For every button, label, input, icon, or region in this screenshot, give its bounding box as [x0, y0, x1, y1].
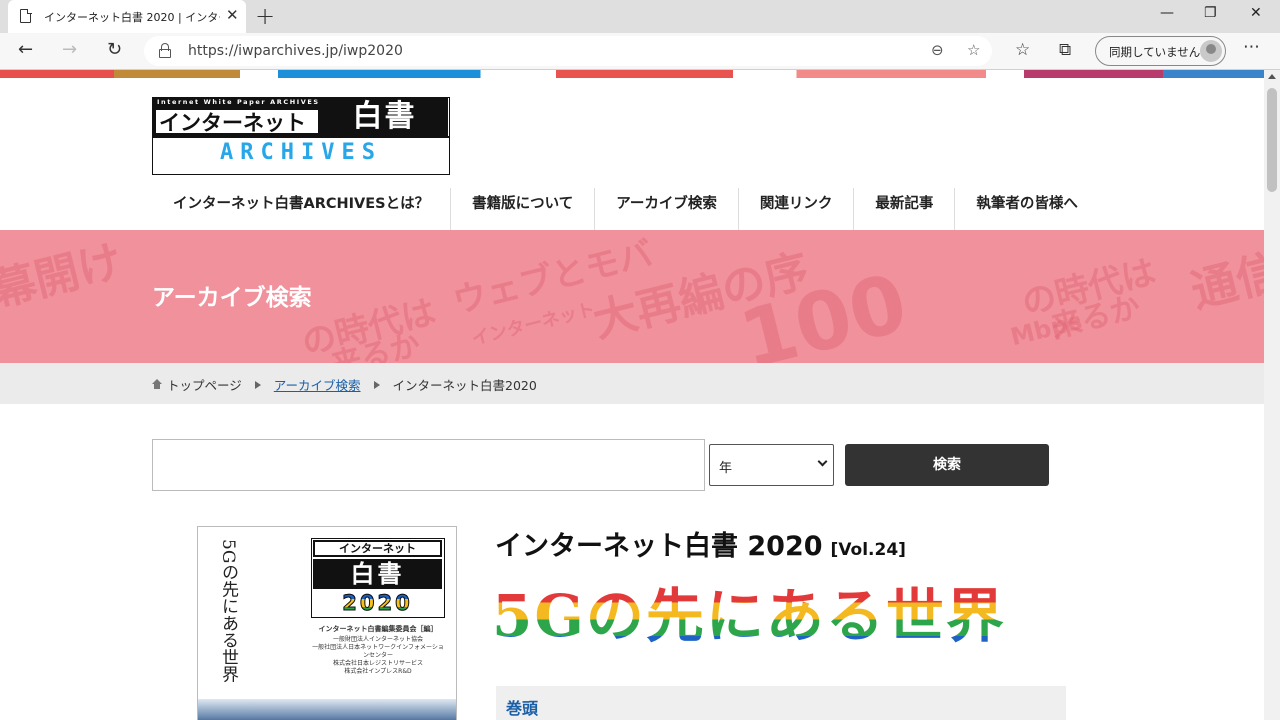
- site-logo[interactable]: Internet White Paper ARCHIVES インターネット 白書…: [152, 97, 450, 175]
- section-label: 巻頭: [506, 699, 539, 718]
- scroll-up-icon[interactable]: [1268, 74, 1276, 79]
- new-tab-button[interactable]: +: [255, 2, 275, 30]
- cover-photo: [198, 699, 456, 720]
- cover-logo-top: インターネット: [313, 540, 442, 557]
- cover-publisher: 株式会社インプレスR&D: [344, 668, 412, 675]
- nav-item-about[interactable]: インターネット白書ARCHIVESとは？: [152, 188, 452, 230]
- avatar: [1200, 40, 1222, 62]
- year-select[interactable]: 年: [709, 444, 834, 486]
- cover-logo: インターネット 白書 2020: [311, 538, 445, 618]
- restore-icon[interactable]: ❐: [1204, 5, 1217, 21]
- favorites-icon[interactable]: ☆: [1015, 40, 1030, 60]
- logo-subtitle: Internet White Paper ARCHIVES: [153, 98, 321, 107]
- breadcrumb: トップページ アーカイブ検索 インターネット白書2020: [0, 363, 1264, 404]
- address-bar[interactable]: https://iwparchives.jp/iwp2020 ⊖ ☆: [144, 36, 992, 66]
- book-volume: [Vol.24]: [830, 540, 906, 560]
- breadcrumb-current: インターネット白書2020: [392, 378, 537, 393]
- section-header-kanto[interactable]: 巻頭: [496, 686, 1066, 720]
- zoom-icon[interactable]: ⊖: [931, 41, 944, 59]
- book-tagline: 5Gの先にある世界: [492, 569, 1006, 653]
- breadcrumb-archive-search[interactable]: アーカイブ検索: [274, 375, 361, 394]
- profile-sync-button[interactable]: 同期していません: [1095, 36, 1226, 66]
- year-select-value: 年: [719, 461, 733, 476]
- nav-item-latest[interactable]: 最新記事: [854, 188, 956, 230]
- favorite-add-icon[interactable]: ☆: [967, 41, 980, 59]
- tab-strip: インターネット白書 2020 | インターネット ✕ + — ❐ ✕: [0, 0, 1280, 33]
- browser-toolbar: ← → ↻ https://iwparchives.jp/iwp2020 ⊖ ☆…: [0, 33, 1280, 70]
- page-icon: [20, 8, 32, 23]
- search-input[interactable]: [152, 439, 705, 491]
- page-title: アーカイブ検索: [152, 285, 312, 311]
- book-title-text: インターネット白書 2020: [495, 531, 823, 562]
- back-icon[interactable]: ←: [18, 39, 33, 60]
- cover-credits: インターネット白書編集委員会［編］ 一般財団法人インターネット協会 一般社団法人…: [311, 625, 445, 676]
- tab-close-icon[interactable]: ✕: [226, 6, 239, 24]
- global-nav: インターネット白書ARCHIVESとは？ 書籍版について アーカイブ検索 関連リ…: [152, 188, 1099, 230]
- scrollbar[interactable]: [1264, 70, 1280, 720]
- nav-item-archive-search[interactable]: アーカイブ検索: [595, 188, 739, 230]
- nav-item-links[interactable]: 関連リンク: [739, 188, 855, 230]
- home-icon: [152, 378, 162, 389]
- cover-publisher: 一般財団法人インターネット協会: [332, 636, 423, 643]
- logo-archives: ARCHIVES: [220, 140, 382, 165]
- window-close-icon[interactable]: ✕: [1250, 5, 1262, 21]
- cover-logo-kanji: 白書: [313, 559, 442, 589]
- book-title: インターネット白書 2020 [Vol.24]: [495, 524, 906, 563]
- chevron-down-icon: [817, 456, 828, 467]
- logo-kanji: 白書: [321, 98, 448, 136]
- nav-item-books[interactable]: 書籍版について: [451, 188, 596, 230]
- forward-icon[interactable]: →: [62, 39, 77, 60]
- breadcrumb-home[interactable]: トップページ: [167, 375, 242, 394]
- hero-deco-text: 通信: [1185, 243, 1264, 319]
- nav-item-authors[interactable]: 執筆者の皆様へ: [955, 188, 1099, 230]
- cover-vertical-title: 5Gの先にある世界: [218, 539, 238, 683]
- hero-banner: 幕開け ウェブとモバ 大再編の序 の時代は 来るか 100 Mbps 通信 イン…: [0, 230, 1264, 363]
- header-decoration: [0, 70, 1264, 78]
- search-button[interactable]: 検索: [845, 444, 1049, 486]
- cover-logo-year: 2020: [313, 591, 442, 616]
- breadcrumb-arrow-icon: [254, 380, 261, 389]
- scrollbar-thumb[interactable]: [1267, 88, 1277, 192]
- book-cover[interactable]: 5Gの先にある世界 インターネット 白書 2020 インターネット白書編集委員会…: [197, 526, 457, 720]
- hero-deco-text: 幕開け: [0, 235, 128, 318]
- breadcrumb-arrow-icon: [373, 380, 380, 389]
- collections-icon[interactable]: ⧉: [1059, 40, 1071, 60]
- sync-label: 同期していません: [1109, 45, 1201, 59]
- browser-tab[interactable]: インターネット白書 2020 | インターネット ✕: [8, 0, 246, 33]
- logo-main-text: インターネット: [159, 111, 306, 135]
- tab-title: インターネット白書 2020 | インターネット: [44, 11, 220, 24]
- cover-publisher: 株式会社日本レジストリサービス: [332, 660, 423, 667]
- url-text[interactable]: https://iwparchives.jp/iwp2020: [188, 43, 403, 59]
- refresh-icon[interactable]: ↻: [107, 39, 122, 60]
- minimize-icon[interactable]: —: [1160, 5, 1174, 21]
- page-viewport: Internet White Paper ARCHIVES インターネット 白書…: [0, 70, 1264, 720]
- lock-icon: [159, 43, 171, 58]
- cover-publisher: 一般社団法人日本ネットワークインフォメーションセンター: [312, 644, 444, 659]
- cover-editor: インターネット白書編集委員会［編］: [318, 625, 438, 633]
- more-icon[interactable]: ⋯: [1243, 37, 1261, 57]
